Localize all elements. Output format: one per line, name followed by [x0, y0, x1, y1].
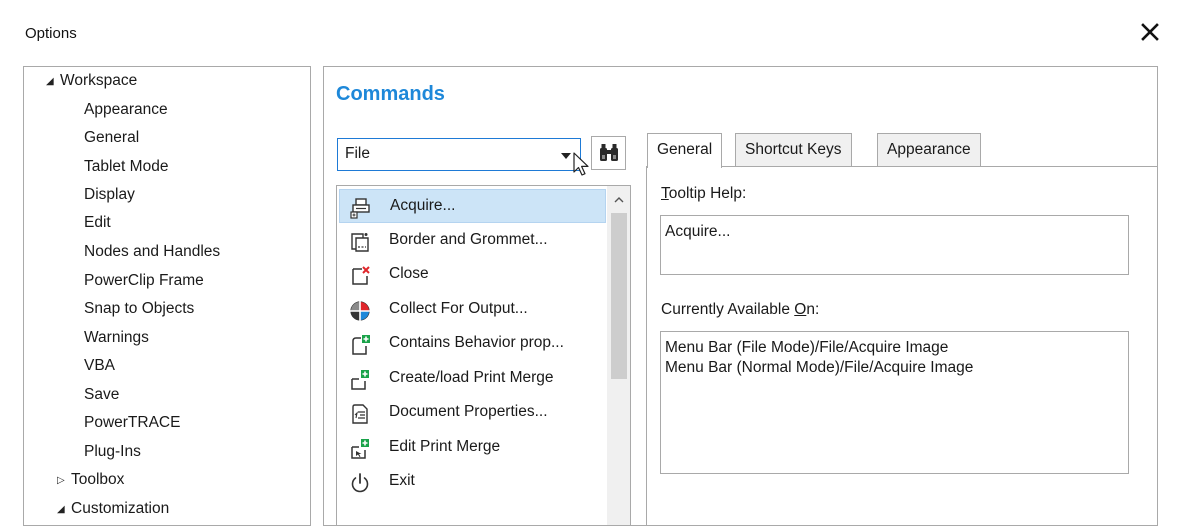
list-item[interactable]: Acquire...	[339, 189, 606, 223]
label-text: Currently Available	[661, 301, 795, 318]
list-item[interactable]: Contains Behavior prop...	[339, 327, 606, 361]
collect-output-icon	[349, 300, 371, 322]
caret-collapsed-icon[interactable]: ▷	[57, 467, 71, 495]
list-item[interactable]: Collect For Output...	[339, 293, 606, 327]
tree-item-tablet-mode[interactable]: Tablet Mode	[84, 153, 168, 181]
commands-scrollbar[interactable]	[607, 186, 630, 525]
label-text: ooltip Help:	[668, 185, 747, 202]
tree-item-vba[interactable]: VBA	[84, 352, 115, 380]
command-label: Contains Behavior prop...	[389, 334, 564, 351]
chevron-down-icon[interactable]	[561, 153, 571, 159]
command-label: Document Properties...	[389, 403, 548, 420]
access-key: O	[794, 301, 807, 318]
document-properties-icon	[352, 404, 368, 424]
scroll-thumb[interactable]	[611, 213, 627, 379]
general-tab-panel: Tooltip Help: Acquire... Currently Avail…	[646, 166, 1157, 525]
access-key: T	[661, 185, 669, 202]
command-label: Acquire...	[390, 197, 456, 214]
print-merge-icon	[351, 370, 369, 390]
tooltip-help-field[interactable]: Acquire...	[660, 215, 1129, 275]
command-label: Edit Print Merge	[389, 438, 501, 455]
list-item[interactable]: Border and Grommet...	[339, 224, 606, 258]
tree-item-display[interactable]: Display	[84, 181, 135, 209]
tree-item-save[interactable]: Save	[84, 381, 119, 409]
close-document-icon	[352, 266, 370, 285]
caret-expanded-icon[interactable]: ◢	[57, 496, 71, 524]
list-item[interactable]: Document Properties...	[339, 396, 606, 430]
tree-item-general[interactable]: General	[84, 124, 139, 152]
currently-available-list[interactable]: Menu Bar (File Mode)/File/Acquire Image …	[660, 331, 1129, 474]
category-value: File	[345, 145, 370, 162]
command-label: Close	[389, 265, 429, 282]
list-item[interactable]: Exit	[339, 465, 606, 499]
tree-item-plug-ins[interactable]: Plug-Ins	[84, 438, 141, 466]
scroll-up-button[interactable]	[607, 186, 630, 212]
list-item[interactable]: Create/load Print Merge	[339, 362, 606, 396]
tree-item-label: Workspace	[60, 72, 138, 89]
tree-item-powerclip-frame[interactable]: PowerClip Frame	[84, 267, 204, 295]
tree-item-label: Toolbox	[71, 471, 125, 488]
tab-appearance[interactable]: Appearance	[877, 133, 981, 167]
tab-general[interactable]: General	[647, 133, 723, 168]
caret-expanded-icon[interactable]: ◢	[46, 68, 60, 96]
tree-item-powertrace[interactable]: PowerTRACE	[84, 409, 180, 437]
list-item[interactable]: Close	[339, 258, 606, 292]
tree-item-workspace[interactable]: ◢ Workspace	[46, 67, 137, 95]
command-label: Border and Grommet...	[389, 231, 548, 248]
tree-item-snap-to-objects[interactable]: Snap to Objects	[84, 295, 194, 323]
tree-item-edit[interactable]: Edit	[84, 209, 111, 237]
list-item[interactable]: Edit Print Merge	[339, 431, 606, 465]
chevron-up-icon	[614, 196, 624, 202]
tree-item-nodes-and-handles[interactable]: Nodes and Handles	[84, 238, 220, 266]
command-label: Collect For Output...	[389, 300, 528, 317]
edit-print-merge-icon	[351, 439, 369, 459]
tree-item-toolbox[interactable]: ▷ Toolbox	[57, 466, 124, 494]
tree-item-appearance[interactable]: Appearance	[84, 96, 168, 124]
label-text: n:	[806, 301, 820, 318]
close-button[interactable]	[1132, 14, 1168, 50]
page-title: Commands	[336, 83, 445, 105]
tab-shortcut-keys[interactable]: Shortcut Keys	[735, 133, 852, 167]
tree-item-warnings[interactable]: Warnings	[84, 324, 149, 352]
find-command-button[interactable]	[591, 136, 626, 170]
command-category-dropdown[interactable]: File	[337, 138, 581, 171]
behavior-icon	[352, 335, 370, 355]
currently-available-label: Currently Available On:	[661, 301, 819, 319]
scanner-icon	[350, 198, 370, 219]
command-label: Create/load Print Merge	[389, 369, 554, 386]
binoculars-icon	[599, 144, 618, 161]
tree-item-label: Customization	[71, 500, 170, 517]
options-tree: ◢ Workspace Appearance General Tablet Mod…	[23, 66, 311, 526]
options-dialog: Options ◢ Workspace Appearance General Ta…	[0, 0, 1180, 526]
window-title: Options	[25, 25, 77, 42]
power-icon	[351, 473, 369, 493]
grommet-icon	[351, 233, 369, 252]
close-icon	[1141, 23, 1159, 41]
command-label: Exit	[389, 472, 415, 489]
tooltip-help-label: Tooltip Help:	[661, 185, 746, 203]
commands-list[interactable]: Acquire... Border and Grommet... Close C…	[336, 185, 631, 525]
commands-page: Commands File Acquire... Border and Grom…	[323, 66, 1158, 526]
